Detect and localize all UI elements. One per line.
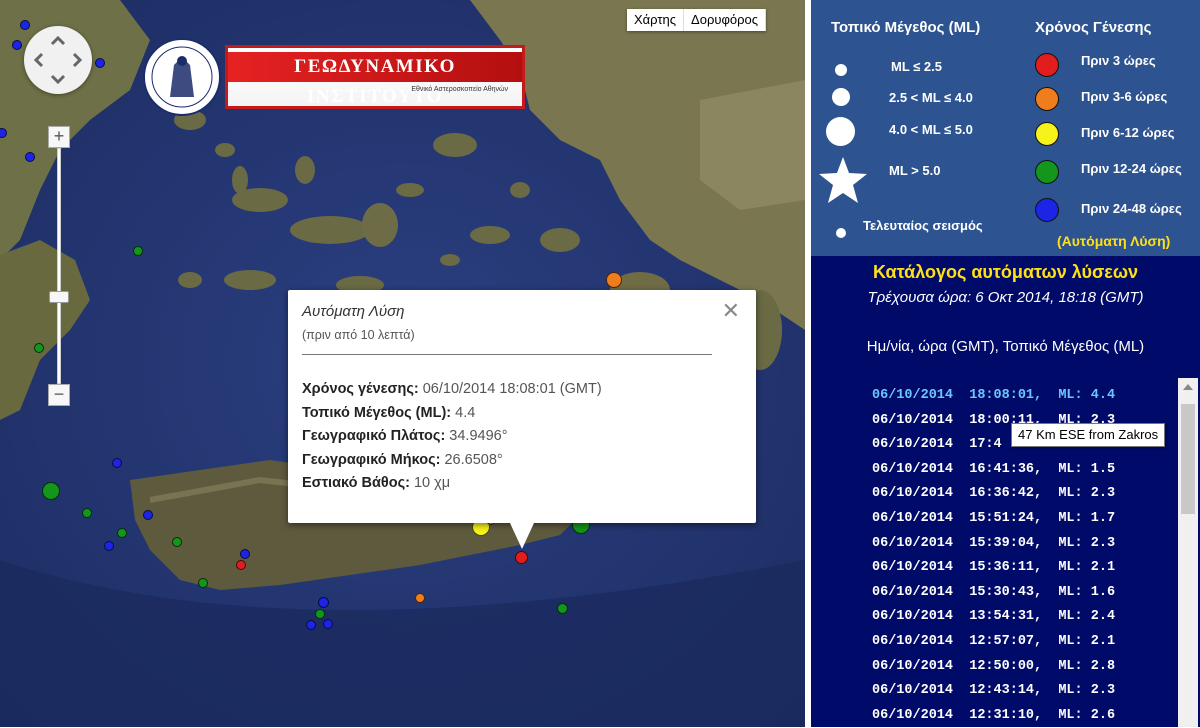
time-24-48h-icon bbox=[1035, 198, 1059, 222]
legend-time-item: Πριν 3 ώρες bbox=[1081, 53, 1156, 68]
last-quake-icon bbox=[836, 228, 846, 238]
popup-row-origin-time: Χρόνος γένεσης: 06/10/2014 18:08:01 (GMT… bbox=[302, 381, 602, 397]
quake-marker[interactable] bbox=[117, 528, 127, 538]
quake-marker[interactable] bbox=[172, 537, 182, 547]
catalog-row[interactable]: 06/10/2014 16:36:42, ML: 2.3 bbox=[872, 482, 1115, 507]
catalog-row[interactable]: 06/10/2014 12:31:10, ML: 2.6 bbox=[872, 704, 1115, 728]
catalog-row[interactable]: 06/10/2014 15:51:24, ML: 1.7 bbox=[872, 507, 1115, 532]
institute-seal-icon bbox=[143, 38, 221, 116]
catalog-row[interactable]: 06/10/2014 15:30:43, ML: 1.6 bbox=[872, 581, 1115, 606]
legend-magnitude-item: 4.0 < ML ≤ 5.0 bbox=[889, 122, 973, 137]
quake-marker[interactable] bbox=[606, 272, 622, 288]
quake-marker[interactable] bbox=[95, 58, 105, 68]
catalog-row[interactable]: 06/10/2014 13:54:31, ML: 2.4 bbox=[872, 605, 1115, 630]
quake-marker[interactable] bbox=[415, 593, 425, 603]
zoom-in-button[interactable]: + bbox=[48, 126, 70, 148]
zoom-track[interactable] bbox=[57, 148, 61, 384]
map-type-map-button[interactable]: Χάρτης bbox=[627, 9, 685, 31]
legend-magnitude-item: ML > 5.0 bbox=[889, 163, 941, 178]
quake-marker[interactable] bbox=[25, 152, 35, 162]
legend-time-item: Πριν 12-24 ώρες bbox=[1081, 161, 1182, 176]
quake-marker[interactable] bbox=[143, 510, 153, 520]
legend-last-quake: Τελευταίος σεισμός bbox=[863, 218, 983, 233]
catalog-row[interactable]: 06/10/2014 16:41:36, ML: 1.5 bbox=[872, 458, 1115, 483]
time-3-6h-icon bbox=[1035, 87, 1059, 111]
popup-subtitle: (πριν από 10 λεπτά) bbox=[302, 328, 415, 342]
popup-row-depth: Εστιακό Βάθος: 10 χμ bbox=[302, 475, 451, 491]
legend-magnitude-item: ML ≤ 2.5 bbox=[891, 59, 942, 74]
catalog-row[interactable]: 06/10/2014 12:43:14, ML: 2.3 bbox=[872, 679, 1115, 704]
star-icon bbox=[819, 157, 867, 203]
catalog-row[interactable]: 06/10/2014 12:57:07, ML: 2.1 bbox=[872, 630, 1115, 655]
catalog-row[interactable]: 06/10/2014 15:36:11, ML: 2.1 bbox=[872, 556, 1115, 581]
popup-details: Χρόνος γένεσης: 06/10/2014 18:08:01 (GMT… bbox=[302, 378, 602, 496]
popup-title: Αυτόματη Λύση bbox=[302, 303, 405, 320]
logo-title: ΓΕΩΔΥΝΑΜΙΚΟ ΙΝΣΤΙΤΟΥΤΟ bbox=[228, 52, 522, 107]
quake-marker[interactable] bbox=[306, 620, 316, 630]
earthquake-info-popup: ✕ Αυτόματη Λύση (πριν από 10 λεπτά) Χρόν… bbox=[288, 290, 756, 549]
catalog-tooltip: 47 Km ESE from Zakros bbox=[1011, 423, 1166, 447]
quake-marker[interactable] bbox=[318, 597, 329, 608]
catalog-row[interactable]: 06/10/2014 12:50:00, ML: 2.8 bbox=[872, 655, 1115, 680]
catalog-current-time: Τρέχουσα ώρα: 6 Οκτ 2014, 18:18 (GMT) bbox=[867, 289, 1144, 306]
popup-row-latitude: Γεωγραφικό Πλάτος: 34.9496° bbox=[302, 428, 508, 444]
scrollbar-thumb[interactable] bbox=[1181, 404, 1195, 514]
zoom-out-button[interactable]: − bbox=[48, 384, 70, 406]
quake-marker[interactable] bbox=[557, 603, 568, 614]
catalog-row[interactable]: 06/10/2014 18:08:01, ML: 4.4 bbox=[872, 384, 1115, 409]
legend-time-item: Πριν 3-6 ώρες bbox=[1081, 89, 1168, 104]
institute-logo: ΓΕΩΔΥΝΑΜΙΚΟ ΙΝΣΤΙΤΟΥΤΟ Εθνικό Αστεροσκοπ… bbox=[130, 37, 530, 117]
quake-marker[interactable] bbox=[12, 40, 22, 50]
magnitude-medium-icon bbox=[832, 88, 850, 106]
legend: Τοπικό Μέγεθος (ML) Χρόνος Γένεσης ML ≤ … bbox=[811, 0, 1200, 256]
quake-marker-latest[interactable] bbox=[515, 551, 528, 564]
logo-banner: ΓΕΩΔΥΝΑΜΙΚΟ ΙΝΣΤΙΤΟΥΤΟ Εθνικό Αστεροσκοπ… bbox=[225, 45, 525, 109]
zoom-slider-handle[interactable] bbox=[49, 291, 69, 303]
legend-time-item: Πριν 24-48 ώρες bbox=[1081, 201, 1182, 216]
legend-time-item: Πριν 6-12 ώρες bbox=[1081, 125, 1175, 140]
quake-marker[interactable] bbox=[133, 246, 143, 256]
popup-divider bbox=[302, 354, 712, 355]
magnitude-small-icon bbox=[835, 64, 847, 76]
catalog-scrollbar[interactable] bbox=[1178, 378, 1198, 727]
quake-marker[interactable] bbox=[42, 482, 60, 500]
close-icon[interactable]: ✕ bbox=[722, 300, 740, 322]
popup-row-longitude: Γεωγραφικό Μήκος: 26.6508° bbox=[302, 451, 503, 468]
quake-marker[interactable] bbox=[82, 508, 92, 518]
auto-solutions-catalog: Κατάλογος αυτόματων λύσεων Τρέχουσα ώρα:… bbox=[811, 256, 1200, 727]
legend-time-heading: Χρόνος Γένεσης bbox=[1035, 19, 1152, 36]
legend-magnitude-heading: Τοπικό Μέγεθος (ML) bbox=[831, 19, 981, 36]
quake-marker[interactable] bbox=[315, 609, 325, 619]
side-panel: Τοπικό Μέγεθος (ML) Χρόνος Γένεσης ML ≤ … bbox=[811, 0, 1200, 727]
magnitude-large-icon bbox=[826, 117, 855, 146]
map-type-control: Χάρτης Δορυφόρος bbox=[627, 9, 766, 31]
quake-marker[interactable] bbox=[236, 560, 246, 570]
scroll-up-icon[interactable] bbox=[1183, 384, 1193, 390]
time-12-24h-icon bbox=[1035, 160, 1059, 184]
zoom-control: + − bbox=[48, 126, 70, 408]
quake-marker[interactable] bbox=[323, 619, 333, 629]
quake-marker[interactable] bbox=[34, 343, 44, 353]
legend-auto-note: (Αυτόματη Λύση) bbox=[1057, 233, 1171, 249]
catalog-title: Κατάλογος αυτόματων λύσεων bbox=[872, 262, 1139, 282]
logo-subtitle: Εθνικό Αστεροσκοπείο Αθηνών bbox=[411, 86, 508, 93]
catalog-row[interactable]: 06/10/2014 15:39:04, ML: 2.3 bbox=[872, 532, 1115, 557]
popup-row-magnitude: Τοπικό Μέγεθος (ML): 4.4 bbox=[302, 404, 476, 421]
map-type-satellite-button[interactable]: Δορυφόρος bbox=[684, 9, 766, 31]
time-6-12h-icon bbox=[1035, 122, 1059, 146]
time-0-3h-icon bbox=[1035, 53, 1059, 77]
quake-marker[interactable] bbox=[104, 541, 114, 551]
pan-control[interactable] bbox=[24, 26, 92, 94]
pan-arrows-icon bbox=[33, 35, 83, 85]
quake-marker[interactable] bbox=[112, 458, 122, 468]
legend-magnitude-item: 2.5 < ML ≤ 4.0 bbox=[889, 90, 973, 105]
quake-marker[interactable] bbox=[198, 578, 208, 588]
quake-marker[interactable] bbox=[240, 549, 250, 559]
catalog-column-header: Ημ/νία, ώρα (GMT), Τοπικό Μέγεθος (ML) bbox=[866, 338, 1145, 355]
map-view[interactable]: Χάρτης Δορυφόρος ΓΕΩΔΥΝΑΜΙΚΟ ΙΝΣΤΙΤΟΥΤΟ … bbox=[0, 0, 805, 727]
